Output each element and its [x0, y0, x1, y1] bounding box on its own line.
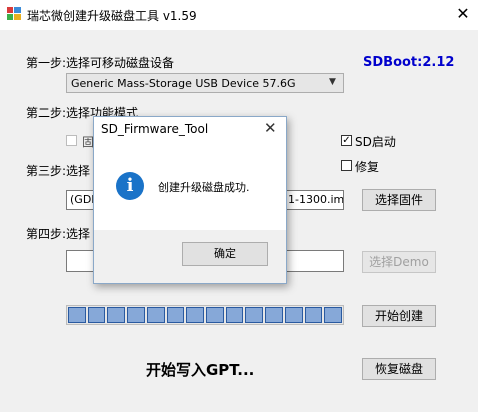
progress-segment	[265, 307, 283, 323]
firmware-mode-checkbox[interactable]	[66, 135, 77, 146]
window-title: 瑞芯微创建升级磁盘工具 v1.59	[27, 9, 197, 23]
sd-boot-label: SD启动	[355, 135, 396, 149]
chevron-down-icon[interactable]: ▼	[329, 77, 336, 87]
device-select-value: Generic Mass-Storage USB Device 57.6G	[71, 77, 296, 90]
progress-segment	[107, 307, 126, 323]
sdboot-version: SDBoot:2.12	[363, 55, 455, 70]
firmware-path-field-end[interactable]: 1-1300.img	[286, 190, 344, 210]
progress-segment	[245, 307, 264, 323]
progress-segment	[146, 307, 165, 323]
device-select[interactable]: Generic Mass-Storage USB Device 57.6G ▼	[66, 73, 344, 93]
select-firmware-button[interactable]: 选择固件	[362, 189, 436, 211]
app-icon	[7, 7, 21, 20]
dialog-footer: 确定	[94, 230, 286, 283]
firmware-path-field[interactable]: (GDK	[66, 190, 96, 210]
ok-button[interactable]: 确定	[182, 242, 268, 266]
step1-label: 第一步:选择可移动磁盘设备	[26, 56, 175, 70]
start-create-button[interactable]: 开始创建	[362, 305, 436, 327]
progress-segment	[166, 307, 185, 323]
progress-segment	[68, 307, 86, 323]
progress-segment	[304, 307, 323, 323]
progress-segment	[206, 307, 224, 323]
dialog-message: 创建升级磁盘成功.	[158, 181, 250, 194]
dialog-close-button[interactable]: ✕	[264, 119, 277, 137]
progress-segment	[186, 307, 205, 323]
dialog-title: SD_Firmware_Tool	[101, 122, 209, 136]
progress-segment	[127, 307, 145, 323]
repair-label: 修复	[355, 160, 380, 174]
progress-segment	[225, 307, 244, 323]
select-demo-button[interactable]: 选择Demo	[362, 251, 436, 273]
info-icon: i	[116, 172, 144, 200]
step4-label: 第四步:选择	[26, 227, 91, 241]
progress-segment	[324, 307, 343, 323]
status-text: 开始写入GPT...	[146, 361, 255, 379]
progress-segment	[87, 307, 106, 323]
demo-path-field[interactable]	[66, 250, 96, 272]
title-bar: 瑞芯微创建升级磁盘工具 v1.59 ✕	[0, 0, 478, 30]
message-dialog: SD_Firmware_Tool ✕ i 创建升级磁盘成功. 确定	[93, 116, 287, 284]
step3-label: 第三步:选择	[26, 164, 91, 178]
demo-path-field-end[interactable]	[286, 250, 344, 272]
progress-bar	[66, 305, 344, 325]
restore-disk-button[interactable]: 恢复磁盘	[362, 358, 436, 380]
progress-segment	[284, 307, 303, 323]
window-close-button[interactable]: ✕	[452, 4, 474, 24]
sd-boot-checkbox[interactable]: ✓	[341, 135, 352, 146]
repair-checkbox[interactable]	[341, 160, 352, 171]
